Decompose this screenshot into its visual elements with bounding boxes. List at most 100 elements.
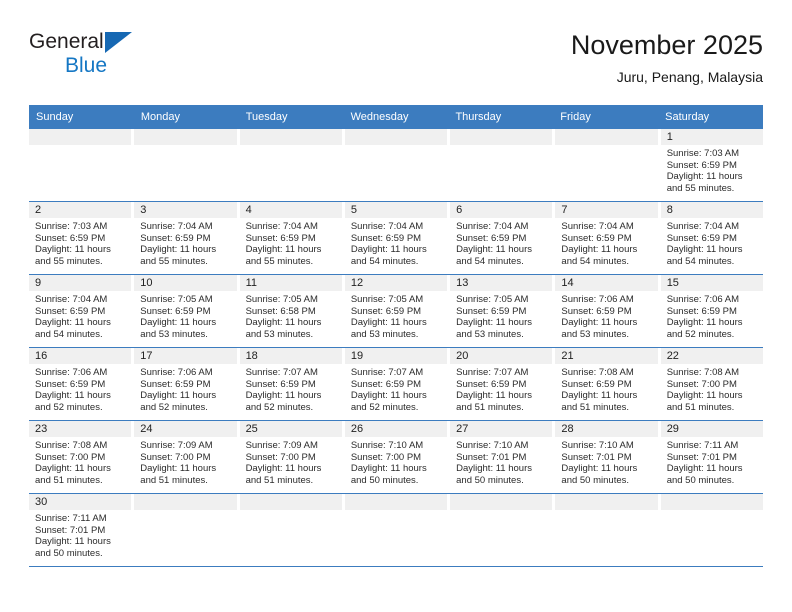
day-info-line: Sunset: 6:59 PM: [561, 378, 632, 390]
day-cell[interactable]: 4 Sunrise: 7:04 AM Sunset: 6:59 PM Daylight…: [239, 202, 345, 274]
day-cell-empty: [239, 494, 345, 566]
day-cell[interactable]: 7 Sunrise: 7:04 AM Sunset: 6:59 PM Daylight…: [555, 202, 661, 274]
day-info-line: and 52 minutes.: [35, 401, 103, 413]
day-cell[interactable]: 11 Sunrise: 7:05 AM Sunset: 6:58 PM Dayligh…: [239, 275, 345, 347]
day-cell[interactable]: 20 Sunrise: 7:07 AM Sunset: 6:59 PM Dayligh…: [450, 348, 556, 420]
day-sun-info: [344, 145, 448, 148]
day-sun-info: Sunrise: 7:06 AM Sunset: 6:59 PM Daylight:…: [29, 364, 131, 413]
day-info-line: and 50 minutes.: [561, 474, 630, 486]
day-number: [450, 129, 553, 145]
calendar-grid: Sunday Monday Tuesday Wednesday Thursday Frid…: [29, 105, 763, 567]
day-cell[interactable]: 9 Sunrise: 7:04 AM Sunset: 6:59 PM Daylight…: [29, 275, 135, 347]
day-info-line: and 52 minutes.: [140, 401, 208, 413]
day-cell-empty: [239, 129, 345, 201]
day-cell[interactable]: 21 Sunrise: 7:08 AM Sunset: 6:59 PM Dayligh…: [555, 348, 661, 420]
day-cell[interactable]: 5 Sunrise: 7:04 AM Sunset: 6:59 PM Daylight…: [344, 202, 451, 274]
day-info-line: Sunrise: 7:04 AM: [456, 221, 529, 232]
day-info-line: Daylight: 11 hours: [666, 244, 743, 256]
day-cell[interactable]: 19 Sunrise: 7:07 AM Sunset: 6:59 PM Dayligh…: [344, 348, 451, 420]
day-info-line: Sunset: 6:59 PM: [456, 232, 527, 244]
day-cell[interactable]: 26 Sunrise: 7:10 AM Sunset: 7:00 PM Dayligh…: [344, 421, 451, 493]
day-number: [555, 129, 658, 145]
day-info-line: Daylight: 11 hours: [561, 244, 638, 256]
day-cell-empty: [660, 494, 763, 566]
day-cell[interactable]: 27 Sunrise: 7:10 AM Sunset: 7:01 PM Dayligh…: [450, 421, 556, 493]
day-cell[interactable]: 12 Sunrise: 7:05 AM Sunset: 6:59 PM Dayligh…: [344, 275, 451, 347]
day-info-line: Sunset: 6:59 PM: [140, 378, 211, 390]
day-cell[interactable]: 15 Sunrise: 7:06 AM Sunset: 6:59 PM Dayligh…: [660, 275, 763, 347]
day-info-line: Sunset: 7:00 PM: [666, 378, 737, 390]
day-cell[interactable]: 18 Sunrise: 7:07 AM Sunset: 6:59 PM Dayligh…: [239, 348, 345, 420]
day-number: 18: [239, 348, 342, 364]
day-info-line: Daylight: 11 hours: [666, 317, 743, 329]
day-cell[interactable]: 30 Sunrise: 7:11 AM Sunset: 7:01 PM Dayligh…: [29, 494, 135, 566]
day-number: 27: [450, 421, 553, 437]
weeks-container: 1 Sunrise: 7:03 AM Sunset: 6:59 PM Daylight…: [29, 129, 763, 566]
day-cell[interactable]: 6 Sunrise: 7:04 AM Sunset: 6:59 PM Daylight…: [450, 202, 556, 274]
day-info-line: Daylight: 11 hours: [140, 463, 217, 475]
brand-logo[interactable]: General Blue: [29, 30, 229, 90]
day-info-line: and 55 minutes.: [35, 255, 103, 267]
day-sun-info: Sunrise: 7:08 AM Sunset: 7:00 PM Daylight:…: [29, 437, 131, 486]
day-info-line: Sunrise: 7:05 AM: [140, 294, 213, 305]
day-number: 19: [344, 348, 448, 364]
day-sun-info: [450, 510, 553, 513]
day-number: [239, 494, 342, 510]
day-sun-info: [239, 145, 342, 148]
day-sun-info: Sunrise: 7:11 AM Sunset: 7:01 PM Daylight:…: [29, 510, 131, 559]
day-cell[interactable]: 17 Sunrise: 7:06 AM Sunset: 6:59 PM Dayligh…: [134, 348, 240, 420]
day-info-line: Sunset: 6:59 PM: [350, 378, 422, 390]
day-cell[interactable]: 10 Sunrise: 7:05 AM Sunset: 6:59 PM Dayligh…: [134, 275, 240, 347]
day-cell[interactable]: 14 Sunrise: 7:06 AM Sunset: 6:59 PM Dayligh…: [555, 275, 661, 347]
day-info-line: Sunrise: 7:09 AM: [140, 440, 213, 451]
weekday-header-tuesday: Tuesday: [245, 111, 288, 123]
day-sun-info: Sunrise: 7:04 AM Sunset: 6:59 PM Daylight:…: [661, 218, 763, 267]
day-info-line: and 53 minutes.: [561, 328, 630, 340]
grid-bottom-divider: [29, 566, 763, 567]
day-number: 25: [239, 421, 342, 437]
day-cell[interactable]: 2 Sunrise: 7:03 AM Sunset: 6:59 PM Daylight…: [29, 202, 135, 274]
day-info-line: Sunset: 6:58 PM: [245, 305, 316, 317]
day-cell[interactable]: 28 Sunrise: 7:10 AM Sunset: 7:01 PM Dayligh…: [555, 421, 661, 493]
day-info-line: Daylight: 11 hours: [35, 317, 111, 329]
day-cell[interactable]: 16 Sunrise: 7:06 AM Sunset: 6:59 PM Dayligh…: [29, 348, 135, 420]
day-cell[interactable]: 1 Sunrise: 7:03 AM Sunset: 6:59 PM Daylight…: [660, 129, 763, 201]
day-info-line: Sunset: 6:59 PM: [140, 232, 211, 244]
day-number: 10: [134, 275, 237, 291]
day-number: [134, 494, 237, 510]
day-number: 29: [660, 421, 763, 437]
day-cell[interactable]: 23 Sunrise: 7:08 AM Sunset: 7:00 PM Dayligh…: [29, 421, 135, 493]
day-info-line: and 52 minutes.: [350, 401, 419, 413]
day-sun-info: Sunrise: 7:08 AM Sunset: 6:59 PM Daylight:…: [555, 364, 657, 413]
day-cell[interactable]: 8 Sunrise: 7:04 AM Sunset: 6:59 PM Daylight…: [660, 202, 763, 274]
day-cell[interactable]: 29 Sunrise: 7:11 AM Sunset: 7:01 PM Dayligh…: [660, 421, 763, 493]
day-cell[interactable]: 25 Sunrise: 7:09 AM Sunset: 7:00 PM Dayligh…: [239, 421, 345, 493]
day-info-line: Sunrise: 7:10 AM: [456, 440, 529, 451]
day-cell[interactable]: 24 Sunrise: 7:09 AM Sunset: 7:00 PM Dayligh…: [134, 421, 240, 493]
day-cell-empty: [450, 494, 556, 566]
day-cell[interactable]: 22 Sunrise: 7:08 AM Sunset: 7:00 PM Dayligh…: [660, 348, 763, 420]
day-info-line: Sunset: 7:00 PM: [35, 451, 106, 463]
day-info-line: Sunset: 6:59 PM: [245, 378, 316, 390]
day-info-line: Daylight: 11 hours: [35, 390, 111, 402]
day-number: 21: [555, 348, 658, 364]
day-info-line: Daylight: 11 hours: [245, 317, 322, 329]
day-info-line: and 53 minutes.: [350, 328, 419, 340]
day-info-line: Sunrise: 7:10 AM: [350, 440, 424, 451]
day-sun-info: [555, 145, 658, 148]
day-info-line: Daylight: 11 hours: [140, 244, 217, 256]
day-info-line: Daylight: 11 hours: [456, 390, 532, 402]
day-info-line: and 53 minutes.: [245, 328, 314, 340]
day-info-line: and 51 minutes.: [666, 401, 735, 413]
day-info-line: Daylight: 11 hours: [456, 317, 532, 329]
day-info-line: Sunrise: 7:10 AM: [561, 440, 634, 451]
day-sun-info: Sunrise: 7:04 AM Sunset: 6:59 PM Daylight:…: [450, 218, 552, 267]
day-info-line: Sunrise: 7:08 AM: [35, 440, 108, 451]
day-info-line: Daylight: 11 hours: [666, 463, 743, 475]
day-cell[interactable]: 13 Sunrise: 7:05 AM Sunset: 6:59 PM Dayligh…: [450, 275, 556, 347]
day-info-line: Sunrise: 7:05 AM: [456, 294, 529, 305]
day-cell[interactable]: 3 Sunrise: 7:04 AM Sunset: 6:59 PM Daylight…: [134, 202, 240, 274]
day-number: 22: [660, 348, 763, 364]
day-info-line: Daylight: 11 hours: [245, 390, 322, 402]
day-info-line: Sunrise: 7:11 AM: [35, 513, 107, 524]
